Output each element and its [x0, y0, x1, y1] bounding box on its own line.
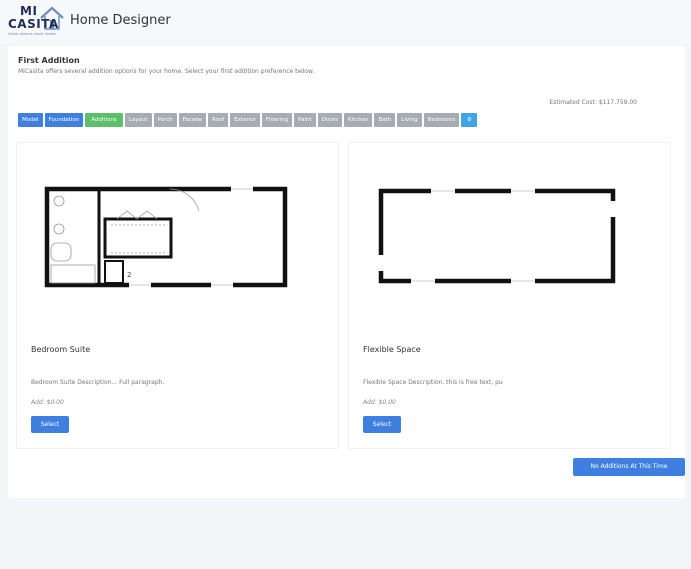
option-price: Add: $0.00 — [31, 399, 64, 406]
flexible-space-floorplan — [378, 188, 616, 284]
tab-doors[interactable]: Doors — [317, 113, 342, 127]
section-description: MiCasita offers several addition options… — [18, 68, 315, 75]
logo-casita-text: CASITA — [8, 17, 59, 31]
tab-paint[interactable]: Paint — [294, 113, 316, 127]
select-bedroom-suite-button[interactable]: Select — [31, 416, 69, 433]
option-description: Bedroom Suite Description... Full paragr… — [31, 379, 165, 386]
section-title: First Addition — [18, 56, 80, 65]
tab-roof[interactable]: Roof — [207, 113, 229, 127]
svg-text:2: 2 — [127, 271, 131, 279]
tab-bath[interactable]: Bath — [374, 113, 396, 127]
tab-facade[interactable]: Facade — [178, 113, 206, 127]
step-tabs: Model Foundation Additions Layout Porch … — [18, 113, 478, 127]
no-additions-button[interactable]: No Additions At This Time — [573, 458, 685, 476]
logo-tagline: Home dreams made livable — [8, 32, 57, 36]
tab-kitchen[interactable]: Kitchen — [343, 113, 373, 127]
tab-layout[interactable]: Layout — [124, 113, 152, 127]
tab-porch[interactable]: Porch — [153, 113, 177, 127]
tab-exterior[interactable]: Exterior — [230, 113, 260, 127]
micasita-logo[interactable]: MI CASITA Home dreams made livable — [6, 4, 68, 40]
addition-panel: First Addition MiCasita offers several a… — [8, 46, 685, 498]
app-header: MI CASITA Home dreams made livable Home … — [0, 0, 691, 44]
option-card-bedroom-suite: 2 Bedroom Suite Bedroom Suite Descriptio… — [16, 142, 339, 449]
tab-bedrooms[interactable]: Bedrooms — [423, 113, 460, 127]
settings-icon[interactable]: ⚙ — [461, 113, 478, 127]
tab-additions[interactable]: Additions — [85, 113, 123, 127]
option-card-flexible-space: Flexible Space Flexible Space Descriptio… — [348, 142, 671, 449]
select-flexible-space-button[interactable]: Select — [363, 416, 401, 433]
tab-model[interactable]: Model — [18, 113, 43, 127]
option-title: Bedroom Suite — [31, 345, 91, 354]
option-price: Add: $0.00 — [363, 399, 396, 406]
option-title: Flexible Space — [363, 345, 421, 354]
bedroom-suite-floorplan: 2 — [44, 186, 288, 288]
estimated-cost: Estimated Cost: $117,759.00 — [549, 99, 637, 106]
tab-foundation[interactable]: Foundation — [44, 113, 84, 127]
app-title: Home Designer — [70, 13, 171, 28]
option-description: Flexible Space Description. this is free… — [363, 379, 503, 386]
tab-flooring[interactable]: Flooring — [261, 113, 293, 127]
tab-living[interactable]: Living — [397, 113, 422, 127]
logo-mi-text: MI — [20, 4, 38, 18]
